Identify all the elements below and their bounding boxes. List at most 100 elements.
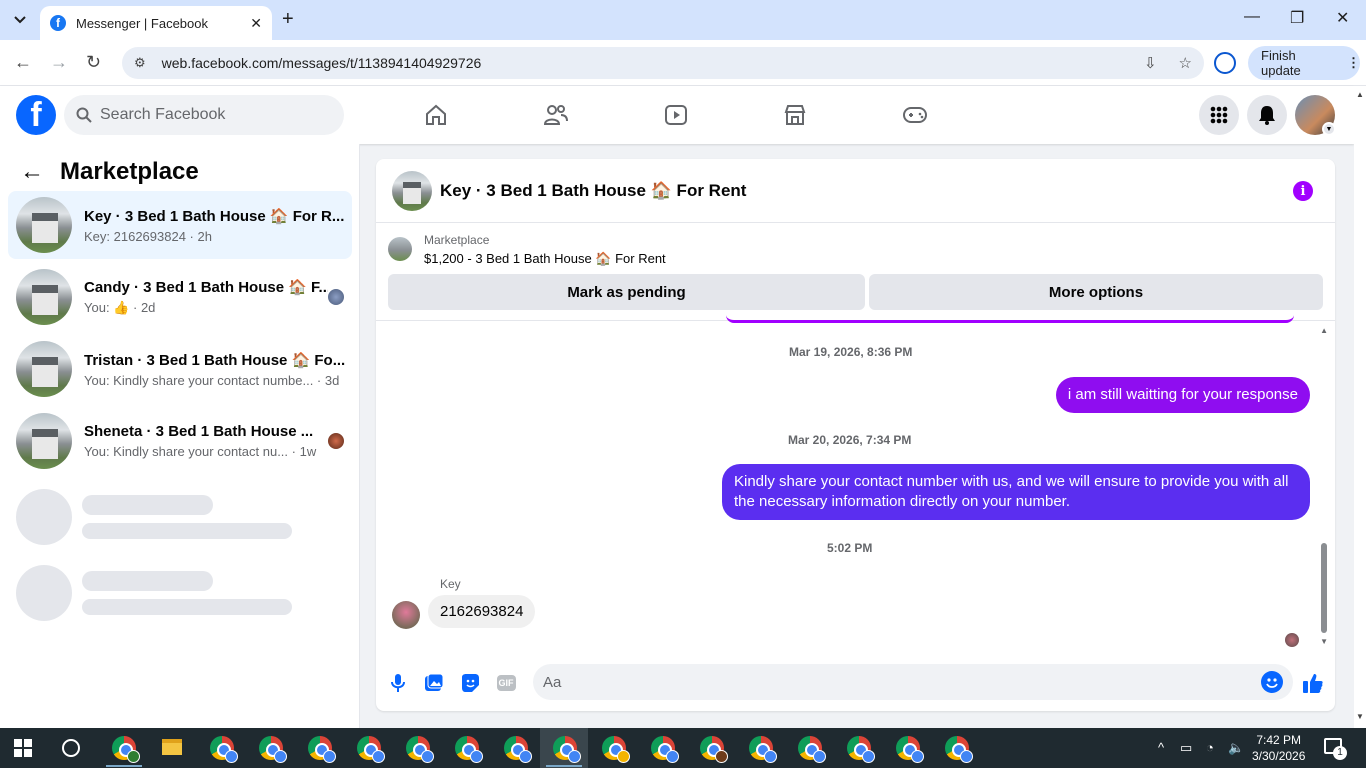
message-composer: GIF: [376, 659, 1335, 707]
scroll-up-arrow-icon[interactable]: ▲: [1356, 90, 1364, 99]
seen-avatar: [328, 289, 344, 305]
marketplace-icon[interactable]: [781, 101, 809, 129]
conversation-list-panel: ← Marketplace Key · 3 Bed 1 Bath House 🏠…: [0, 144, 360, 728]
forward-arrow-icon[interactable]: →: [50, 52, 68, 73]
scroll-up-arrow-icon[interactable]: ▲: [1320, 326, 1328, 335]
site-settings-icon[interactable]: ⚙: [134, 55, 146, 71]
search-input[interactable]: [100, 106, 320, 124]
more-options-button[interactable]: More options: [869, 274, 1323, 310]
running-indicator: [546, 765, 582, 767]
chrome-app-icon[interactable]: [749, 736, 777, 763]
menu-grid-icon[interactable]: [1199, 95, 1239, 135]
clock-time: 7:42 PM: [1256, 733, 1302, 747]
kebab-menu-icon: ⋮: [1347, 55, 1360, 70]
chrome-app-icon[interactable]: [651, 736, 679, 763]
facebook-logo-icon[interactable]: f: [16, 95, 56, 135]
chrome-app-icon[interactable]: [504, 736, 532, 763]
volume-icon[interactable]: 🔈: [1228, 740, 1244, 756]
chrome-app-icon[interactable]: [553, 736, 581, 763]
chrome-app-icon[interactable]: [406, 736, 434, 763]
search-icon: [76, 107, 92, 123]
scroll-down-arrow-icon[interactable]: ▼: [1320, 637, 1328, 646]
microphone-icon[interactable]: [386, 671, 410, 695]
reload-icon[interactable]: ↻: [86, 52, 101, 73]
chrome-app-icon[interactable]: [896, 736, 924, 763]
chrome-app-icon[interactable]: [847, 736, 875, 763]
close-icon[interactable]: ✕: [250, 15, 262, 32]
gif-icon[interactable]: GIF: [494, 671, 518, 695]
outgoing-message[interactable]: Kindly share your contact number with us…: [722, 464, 1310, 520]
video-icon[interactable]: [662, 101, 690, 129]
thumbs-up-icon[interactable]: [1301, 671, 1325, 695]
sticker-icon[interactable]: [458, 671, 482, 695]
message-timestamp: Mar 20, 2026, 7:34 PM: [788, 433, 912, 447]
file-explorer-icon[interactable]: [162, 739, 182, 755]
gaming-icon[interactable]: [901, 101, 929, 129]
page-scrollbar[interactable]: ▲ ▼: [1354, 86, 1366, 728]
show-hidden-icons-icon[interactable]: ^: [1158, 740, 1164, 755]
emoji-icon[interactable]: [1261, 671, 1283, 693]
outgoing-message[interactable]: i am still waitting for your response: [1055, 377, 1310, 413]
back-arrow-icon[interactable]: ←: [14, 52, 32, 73]
chrome-app-icon[interactable]: [357, 736, 385, 763]
chat-title[interactable]: Key · 3 Bed 1 Bath House 🏠 For Rent: [440, 181, 746, 201]
chevron-down-icon: [14, 16, 26, 24]
windows-taskbar: ^ ▭ ◔ 🔈 7:42 PM 3/30/2026 1: [0, 728, 1366, 768]
chrome-app-icon[interactable]: [602, 736, 630, 763]
scroll-down-arrow-icon[interactable]: ▼: [1356, 712, 1364, 721]
chrome-app-icon[interactable]: [308, 736, 336, 763]
photo-icon[interactable]: [422, 671, 446, 695]
chrome-app-icon[interactable]: [945, 736, 973, 763]
gif-label: GIF: [496, 675, 516, 691]
browser-tab[interactable]: f Messenger | Facebook ✕: [40, 6, 272, 40]
conversation-item[interactable]: Tristan · 3 Bed 1 Bath House 🏠 Fo... You…: [8, 335, 352, 403]
conversation-item[interactable]: Candy · 3 Bed 1 Bath House 🏠 F... You: 👍…: [8, 263, 352, 331]
address-bar[interactable]: ⚙ web.facebook.com/messages/t/1138941404…: [122, 47, 1204, 79]
chrome-app-icon[interactable]: [259, 736, 287, 763]
window-close-icon[interactable]: ✕: [1336, 8, 1349, 28]
facebook-search[interactable]: [64, 95, 344, 135]
account-chevron-icon[interactable]: ▼: [1322, 122, 1336, 136]
running-indicator: [106, 765, 142, 767]
bookmark-star-icon[interactable]: ☆: [1179, 54, 1192, 72]
finish-update-button[interactable]: Finish update ⋮: [1248, 46, 1360, 80]
minimize-icon[interactable]: —: [1244, 8, 1260, 26]
message-field[interactable]: [533, 664, 1293, 700]
wifi-icon[interactable]: ◔: [1206, 740, 1214, 755]
back-arrow-icon[interactable]: ←: [20, 158, 44, 186]
tab-title: Messenger | Facebook: [76, 15, 208, 31]
incoming-message[interactable]: 2162693824: [428, 595, 536, 628]
chrome-app-icon[interactable]: [798, 736, 826, 763]
message-timestamp: 5:02 PM: [827, 541, 873, 555]
cortana-search-icon[interactable]: [62, 739, 80, 757]
restore-icon[interactable]: ❐: [1290, 8, 1304, 28]
notification-count: 1: [1333, 746, 1347, 760]
listing-thumbnail[interactable]: [392, 170, 432, 211]
chrome-app-icon[interactable]: [210, 736, 238, 763]
new-tab-icon[interactable]: +: [282, 8, 294, 31]
listing-thumbnail-small: [388, 237, 412, 261]
sender-avatar[interactable]: [392, 601, 420, 629]
windows-start-icon[interactable]: [14, 739, 32, 757]
info-icon[interactable]: i: [1293, 181, 1313, 201]
message-input[interactable]: [543, 673, 1223, 691]
conversation-item[interactable]: Sheneta · 3 Bed 1 Bath House ... You: Ki…: [8, 407, 352, 475]
listing-price-title[interactable]: $1,200 - 3 Bed 1 Bath House 🏠 For Rent: [424, 251, 666, 267]
battery-icon[interactable]: ▭: [1180, 740, 1192, 756]
chrome-app-icon[interactable]: [112, 736, 140, 763]
system-clock[interactable]: 7:42 PM 3/30/2026: [1252, 732, 1305, 764]
mark-as-pending-button[interactable]: Mark as pending: [388, 274, 865, 310]
chrome-profile-icon[interactable]: [1214, 52, 1236, 74]
install-app-icon[interactable]: ⇩: [1144, 54, 1157, 72]
previous-message-edge: [726, 315, 1294, 323]
friends-icon[interactable]: [542, 101, 570, 129]
notifications-bell-icon[interactable]: [1247, 95, 1287, 135]
conversation-item[interactable]: Key · 3 Bed 1 Bath House 🏠 For R... Key:…: [8, 191, 352, 259]
chrome-app-icon[interactable]: [700, 736, 728, 763]
home-icon[interactable]: [422, 101, 450, 129]
conversation-preview: You: Kindly share your contact nu... · 1…: [84, 444, 317, 459]
tab-search-button[interactable]: [6, 6, 34, 34]
message-scrollbar[interactable]: [1321, 543, 1327, 633]
sender-name: Key: [440, 577, 461, 591]
chrome-app-icon[interactable]: [455, 736, 483, 763]
